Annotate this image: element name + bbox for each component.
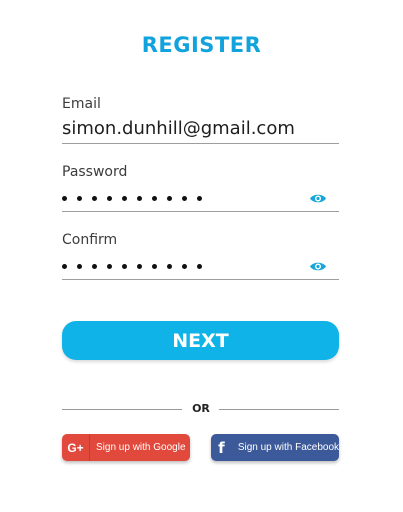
mask-dot [152,196,157,201]
mask-dot [167,196,172,201]
divider-right [219,409,339,410]
mask-dot [122,196,127,201]
confirm-password-input[interactable] [62,264,202,269]
email-underline [62,143,339,144]
divider-or-text: OR [192,402,210,415]
mask-dot [107,196,112,201]
mask-dot [182,196,187,201]
divider-left [62,409,182,410]
email-field-group: Email simon.dunhill@gmail.com [62,96,339,146]
mask-dot [77,196,82,201]
mask-dot [197,264,202,269]
eye-icon[interactable] [309,193,327,204]
password-label: Password [62,164,128,180]
google-signup-button[interactable]: G+ Sign up with Google [62,434,190,461]
mask-dot [62,196,67,201]
email-label: Email [62,96,101,112]
mask-dot [167,264,172,269]
confirm-label: Confirm [62,232,118,248]
email-input[interactable]: simon.dunhill@gmail.com [62,118,295,139]
password-input[interactable] [62,196,202,201]
mask-dot [77,264,82,269]
facebook-signup-label: Sign up with Facebook [237,442,339,453]
page-title: REGISTER [141,33,262,57]
facebook-icon: f [218,438,225,457]
facebook-signup-button[interactable]: f Sign up with Facebook [211,434,339,461]
mask-dot [92,196,97,201]
confirm-underline [62,279,339,280]
google-plus-icon: G+ [62,434,90,461]
mask-dot [137,196,142,201]
mask-dot [152,264,157,269]
mask-dot [92,264,97,269]
mask-dot [62,264,67,269]
eye-icon[interactable] [309,261,327,272]
mask-dot [107,264,112,269]
next-button[interactable]: NEXT [62,321,339,360]
password-underline [62,211,339,212]
mask-dot [197,196,202,201]
mask-dot [137,264,142,269]
mask-dot [182,264,187,269]
google-signup-label: Sign up with Google [96,442,186,453]
confirm-field-group: Confirm [62,232,339,282]
password-field-group: Password [62,164,339,214]
mask-dot [122,264,127,269]
